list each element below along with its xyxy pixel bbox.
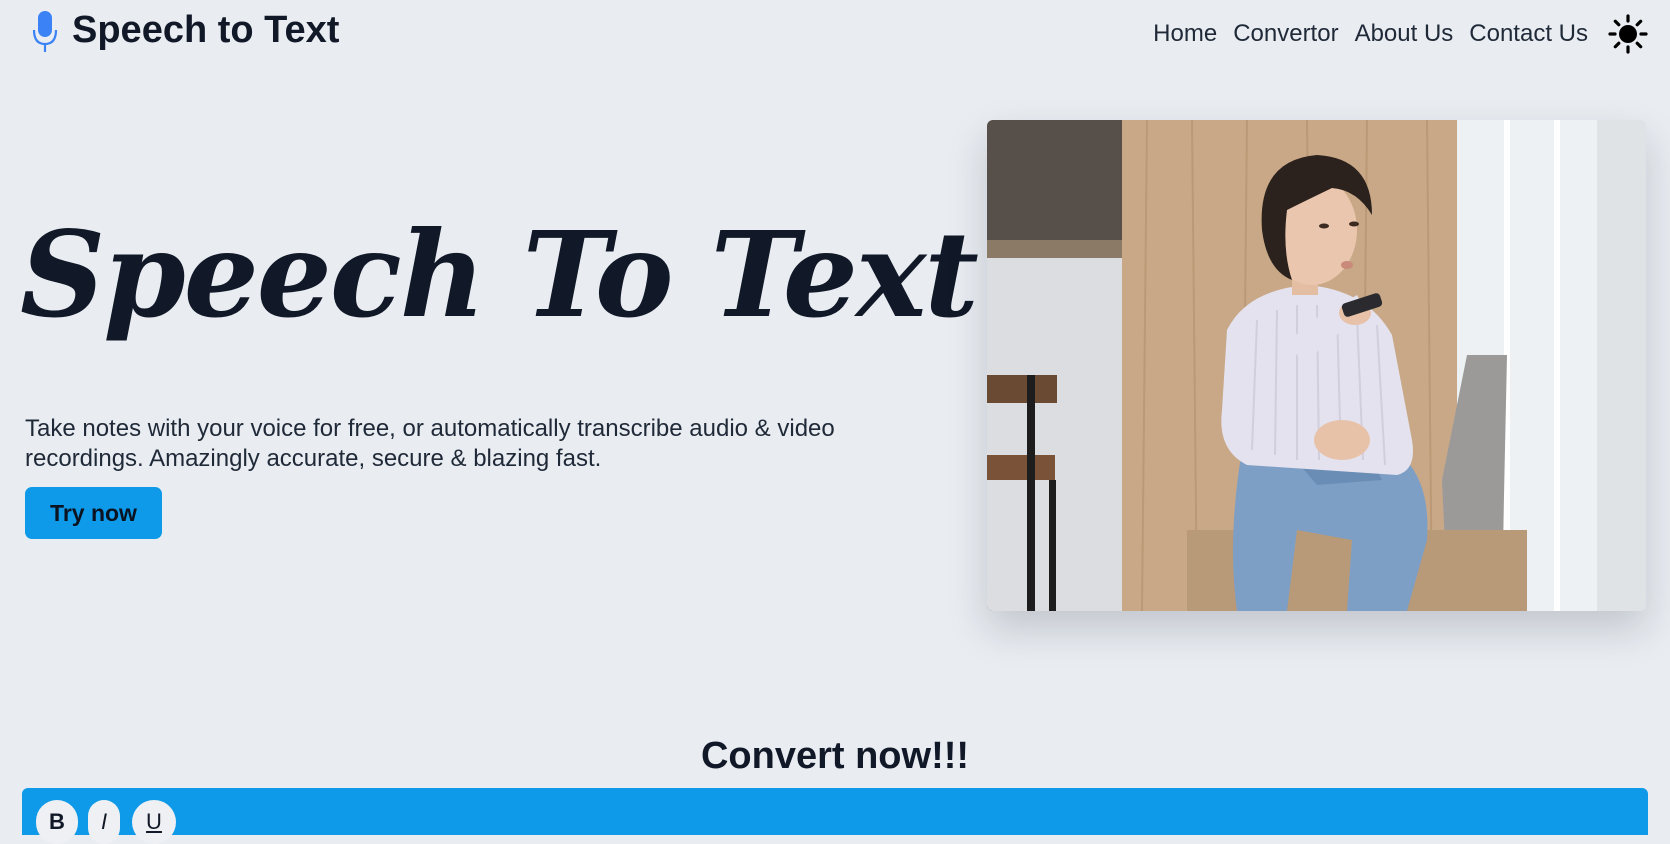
nav-about-us[interactable]: About Us bbox=[1355, 14, 1454, 54]
bold-button[interactable]: B bbox=[36, 800, 78, 844]
nav-convertor[interactable]: Convertor bbox=[1233, 14, 1338, 54]
sun-icon[interactable] bbox=[1606, 12, 1650, 56]
try-now-button[interactable]: Try now bbox=[25, 487, 162, 539]
brand-title: Speech to Text bbox=[72, 9, 340, 51]
microphone-icon bbox=[32, 8, 58, 52]
hero-description: Take notes with your voice for free, or … bbox=[25, 415, 835, 472]
underline-button[interactable]: U bbox=[132, 800, 176, 844]
site-header: Speech to Text Home Convertor About Us C… bbox=[0, 0, 1670, 64]
convert-heading: Convert now!!! bbox=[700, 735, 970, 777]
main-nav: Home Convertor About Us Contact Us bbox=[1137, 12, 1650, 56]
editor-toolbar: B I U bbox=[22, 788, 1648, 844]
italic-button[interactable]: I bbox=[88, 800, 120, 844]
hero-title: Speech To Text bbox=[20, 205, 979, 344]
nav-home[interactable]: Home bbox=[1153, 14, 1217, 54]
hero-photo bbox=[987, 120, 1646, 611]
brand[interactable]: Speech to Text bbox=[32, 8, 339, 52]
nav-contact-us[interactable]: Contact Us bbox=[1469, 14, 1588, 54]
